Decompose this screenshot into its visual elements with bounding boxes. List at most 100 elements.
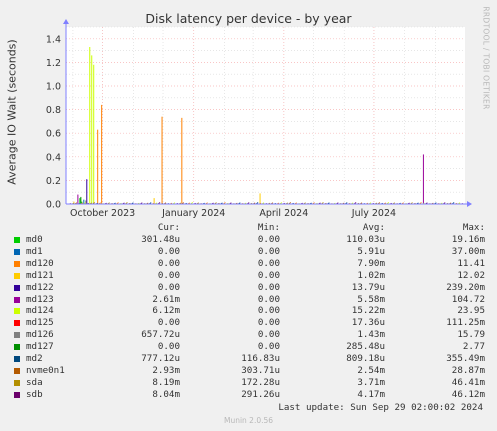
legend-name: md127 bbox=[26, 341, 54, 353]
legend-min: 0.00 bbox=[257, 281, 280, 293]
legend-row-md1: md1 0.00 0.00 5.91u 37.00m bbox=[0, 246, 497, 258]
legend-min: 0.00 bbox=[257, 293, 280, 305]
legend-row-md123: md123 2.61m 0.00 5.58m 104.72 bbox=[0, 294, 497, 306]
legend-row-md0: md0 301.48u 0.00 110.03u 19.16m bbox=[0, 234, 497, 246]
legend-header-min: Min: bbox=[257, 222, 280, 233]
legend-max: 12.02 bbox=[457, 269, 485, 281]
legend-avg: 13.79u bbox=[351, 281, 385, 293]
legend-cur: 6.12m bbox=[152, 305, 180, 317]
legend-swatch bbox=[14, 367, 20, 374]
legend-max: 15.79 bbox=[457, 329, 485, 341]
legend-min: 172.28u bbox=[241, 376, 280, 388]
legend-cur: 777.12u bbox=[141, 353, 180, 364]
y-axis-arrow bbox=[63, 19, 69, 24]
legend-header: Cur: Min: Avg: Max: bbox=[0, 222, 497, 234]
legend-avg: 285.48u bbox=[346, 341, 385, 353]
legend-max: 28.87m bbox=[451, 364, 485, 376]
legend-max: 19.16m bbox=[451, 234, 485, 245]
legend-avg: 4.17m bbox=[357, 388, 385, 400]
legend-max: 355.49m bbox=[446, 353, 485, 364]
y-tick-label: 0.6 bbox=[46, 129, 61, 140]
legend-avg: 7.90m bbox=[357, 257, 385, 269]
legend-name: md126 bbox=[26, 329, 54, 341]
legend-min: 0.00 bbox=[257, 341, 280, 353]
legend-cur: 8.04m bbox=[152, 388, 180, 400]
legend-avg: 15.22m bbox=[351, 305, 385, 317]
legend-cur: 8.19m bbox=[152, 376, 180, 388]
y-tick-label: 0.0 bbox=[46, 200, 61, 211]
legend-swatch bbox=[14, 344, 20, 351]
legend-cur: 0.00 bbox=[157, 269, 180, 281]
legend-swatch bbox=[14, 296, 20, 303]
legend-avg: 17.36u bbox=[351, 317, 385, 329]
legend-max: 46.41m bbox=[451, 376, 485, 388]
legend-min: 0.00 bbox=[257, 305, 280, 317]
legend-avg: 110.03u bbox=[346, 234, 385, 245]
x-tick-label: April 2024 bbox=[259, 208, 308, 219]
legend-min: 303.71u bbox=[241, 364, 280, 376]
legend-row-md125: md125 0.00 0.00 17.36u 111.25m bbox=[0, 317, 497, 329]
legend-max: 11.41 bbox=[457, 257, 485, 269]
legend-row-md124: md124 6.12m 0.00 15.22m 23.95 bbox=[0, 305, 497, 317]
legend-row-md122: md122 0.00 0.00 13.79u 239.20m bbox=[0, 282, 497, 294]
legend-name: md120 bbox=[26, 257, 54, 269]
legend-swatch bbox=[14, 320, 20, 327]
legend-name: sdb bbox=[26, 388, 43, 400]
x-tick-label: July 2024 bbox=[351, 208, 396, 219]
legend-cur: 0.00 bbox=[157, 317, 180, 329]
legend-min: 291.26u bbox=[241, 388, 280, 400]
legend-min: 0.00 bbox=[257, 234, 280, 245]
legend-row-md127: md127 0.00 0.00 285.48u 2.77 bbox=[0, 341, 497, 353]
legend-swatch bbox=[14, 260, 20, 267]
legend-name: md121 bbox=[26, 269, 54, 281]
legend-min: 0.00 bbox=[257, 317, 280, 329]
legend-cur: 301.48u bbox=[141, 234, 180, 245]
legend-avg: 5.58m bbox=[357, 293, 385, 305]
legend-cur: 0.00 bbox=[157, 281, 180, 293]
legend-row-sda: sda 8.19m 172.28u 3.71m 46.41m bbox=[0, 377, 497, 389]
x-tick-label: October 2023 bbox=[70, 208, 135, 219]
legend-row-md126: md126 657.72u 0.00 1.43m 15.79 bbox=[0, 329, 497, 341]
legend-row-md2: md2 777.12u 116.83u 809.18u 355.49m bbox=[0, 353, 497, 365]
legend-min: 0.00 bbox=[257, 257, 280, 269]
legend-name: md124 bbox=[26, 305, 54, 317]
legend-max: 111.25m bbox=[446, 317, 485, 329]
legend-cur: 657.72u bbox=[141, 329, 180, 341]
legend-row-md121: md121 0.00 0.00 1.02m 12.02 bbox=[0, 270, 497, 282]
legend-swatch bbox=[14, 391, 20, 398]
legend-swatch bbox=[14, 379, 20, 386]
legend-avg: 1.43m bbox=[357, 329, 385, 341]
legend-cur: 0.00 bbox=[157, 245, 180, 257]
plot-area bbox=[66, 27, 465, 204]
legend-min: 116.83u bbox=[241, 353, 280, 364]
legend-swatch bbox=[14, 284, 20, 291]
legend-max: 239.20m bbox=[446, 281, 485, 293]
x-axis-arrow bbox=[467, 201, 472, 207]
legend-min: 0.00 bbox=[257, 269, 280, 281]
legend-min: 0.00 bbox=[257, 329, 280, 341]
legend-header-max: Max: bbox=[462, 222, 485, 233]
legend-avg: 5.91u bbox=[357, 245, 385, 257]
legend-name: md2 bbox=[26, 353, 43, 364]
y-tick-label: 1.0 bbox=[46, 82, 61, 93]
y-tick-label: 1.4 bbox=[46, 34, 61, 45]
legend-row-md120: md120 0.00 0.00 7.90m 11.41 bbox=[0, 258, 497, 270]
legend-swatch bbox=[14, 356, 20, 362]
legend-avg: 3.71m bbox=[357, 376, 385, 388]
y-tick-label: 1.2 bbox=[46, 58, 61, 69]
munin-version: Munin 2.0.56 bbox=[223, 416, 274, 425]
legend-max: 104.72 bbox=[451, 293, 485, 305]
legend-name: md125 bbox=[26, 317, 54, 329]
legend-name: md123 bbox=[26, 293, 54, 305]
legend-name: md0 bbox=[26, 234, 43, 245]
legend-avg: 2.54m bbox=[357, 364, 385, 376]
legend-swatch bbox=[14, 332, 20, 339]
y-tick-label: 0.2 bbox=[46, 176, 61, 187]
legend-max: 46.12m bbox=[451, 388, 485, 400]
y-tick-label: 0.8 bbox=[46, 105, 61, 116]
legend-name: md122 bbox=[26, 281, 54, 293]
legend-header-cur: Cur: bbox=[157, 222, 180, 233]
legend-max: 37.00m bbox=[451, 245, 485, 257]
y-tick-label: 0.4 bbox=[46, 152, 61, 163]
legend-name: nvme0n1 bbox=[26, 364, 65, 376]
